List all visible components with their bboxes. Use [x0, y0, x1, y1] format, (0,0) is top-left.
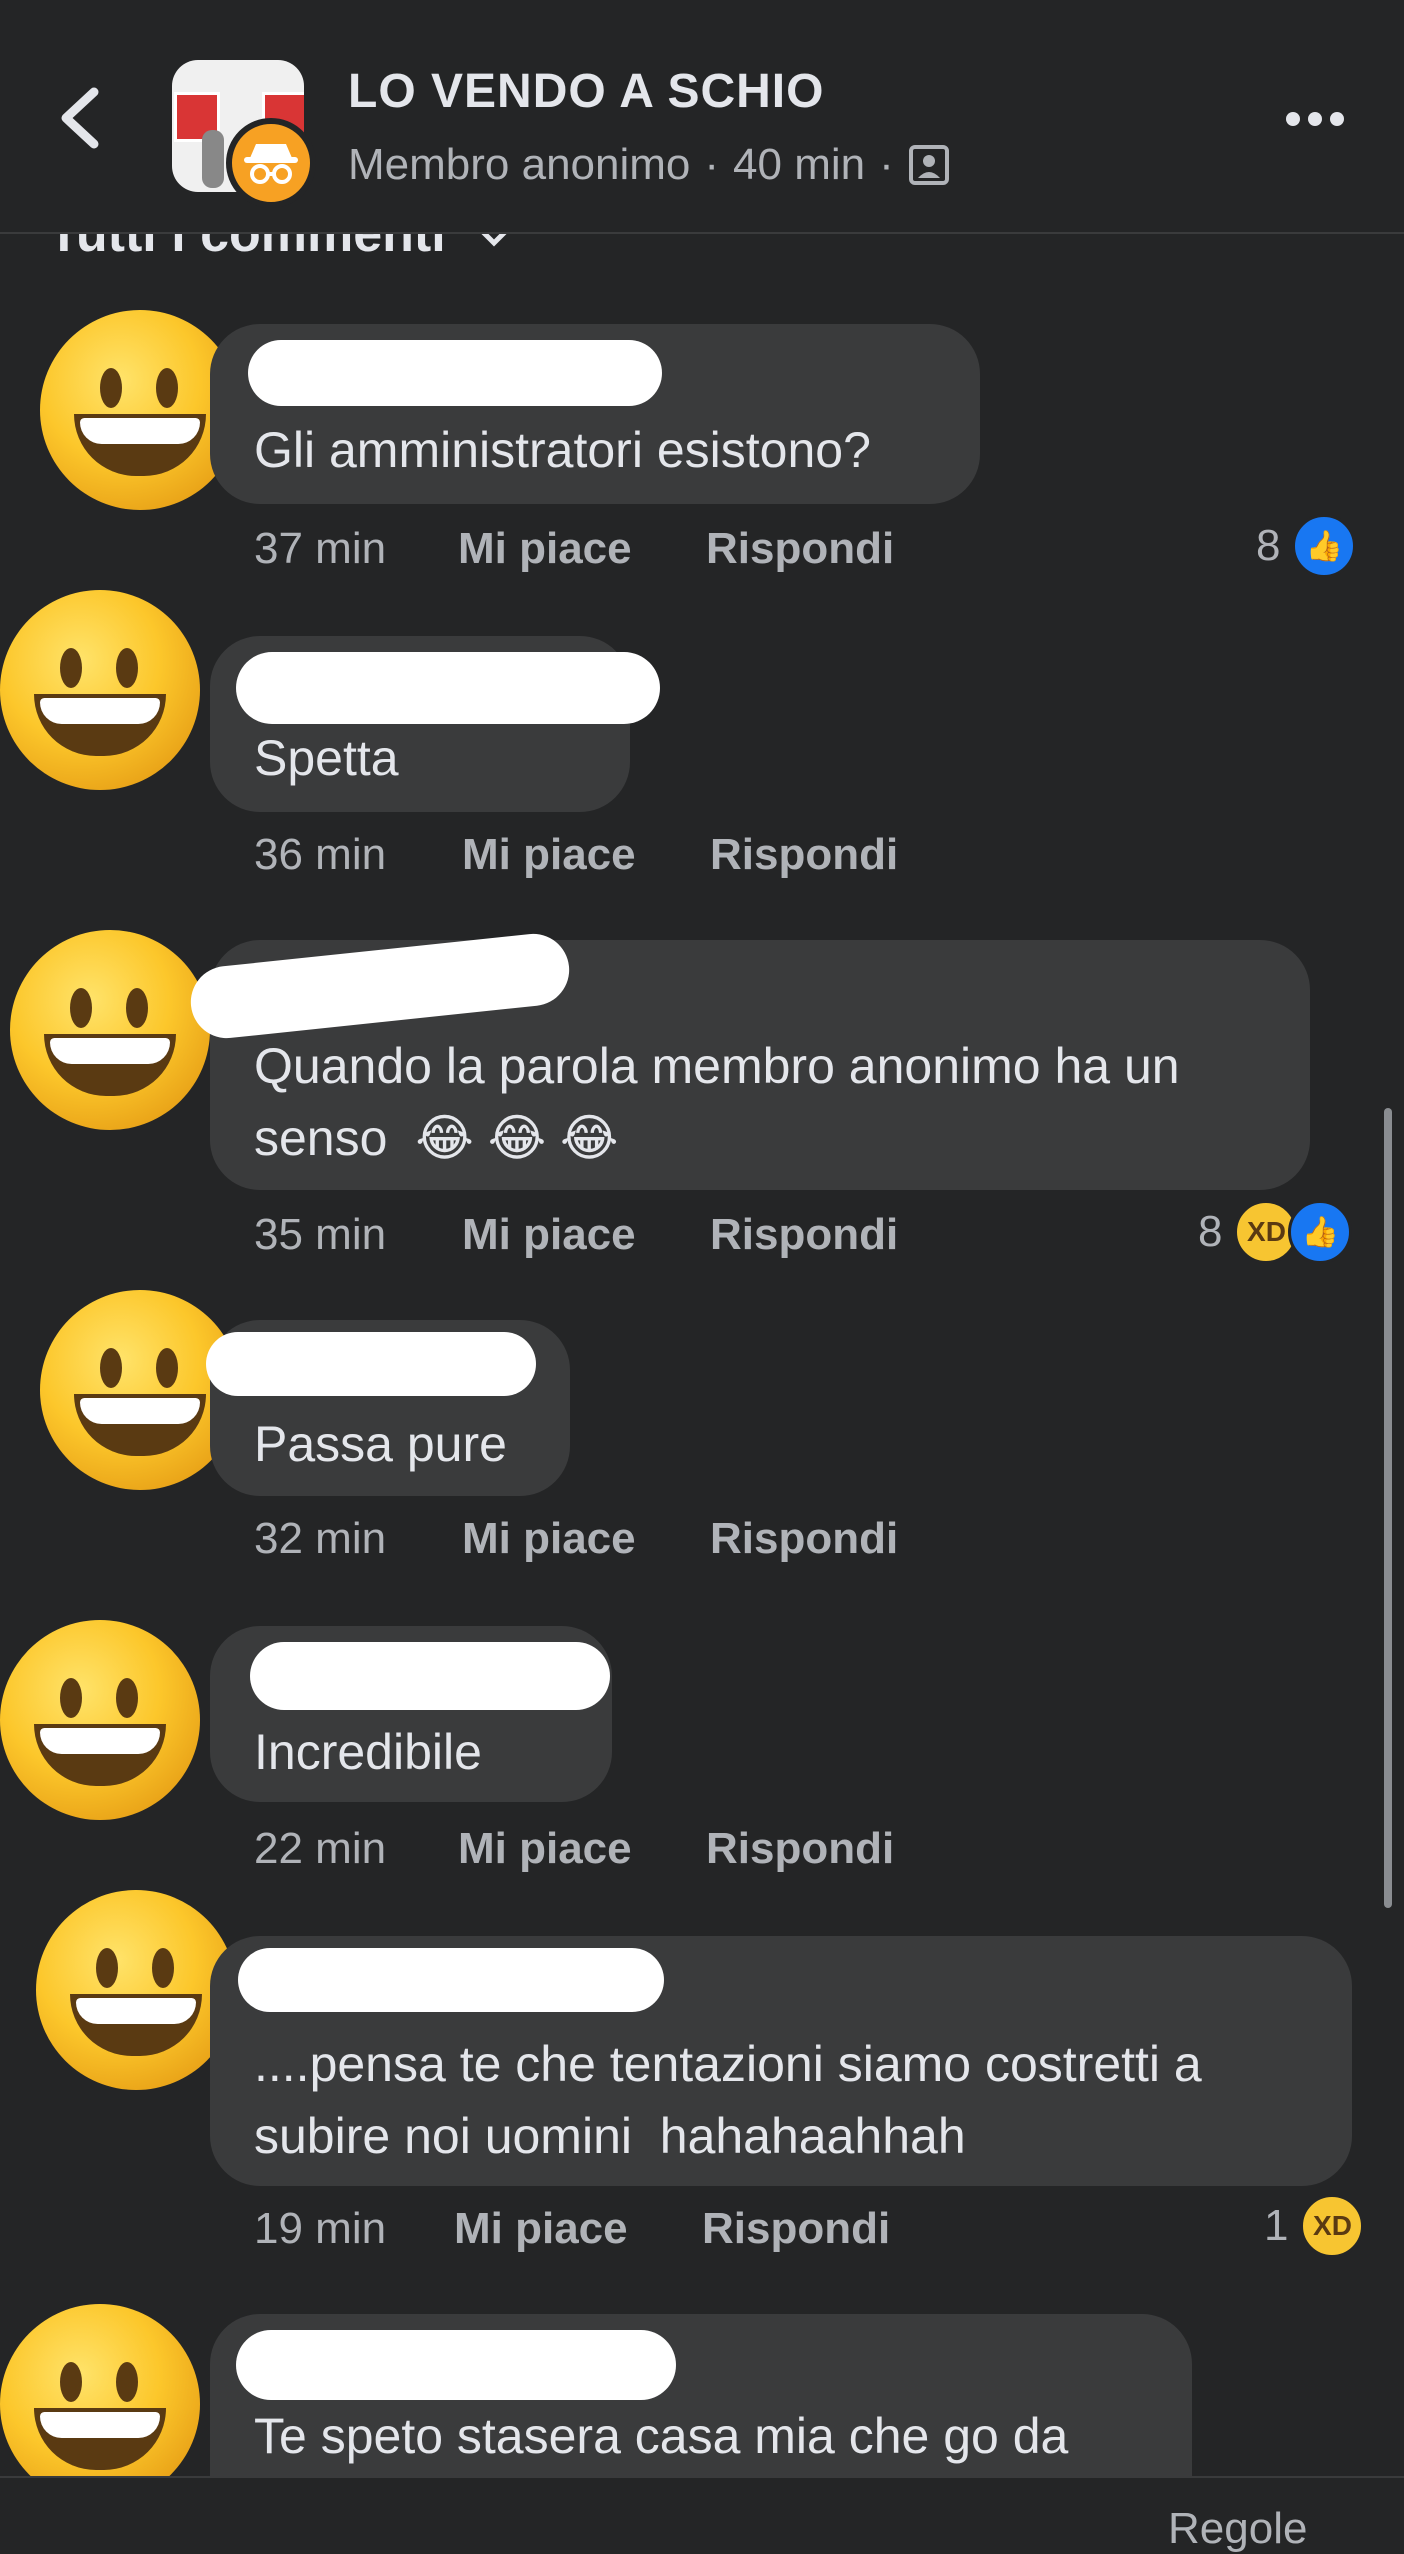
figure-graphic	[202, 130, 224, 188]
laughing-emoji: 😂	[415, 1110, 474, 1166]
comment-text-line2: subire noi uomini hahahaahhah	[254, 2108, 966, 2164]
comment-text-line2: senso 😂 😂 😂	[254, 1110, 619, 1166]
laughing-emoji: 😂	[487, 1110, 547, 1166]
like-button[interactable]: Mi piace	[462, 1210, 636, 1260]
thumbs-up-icon: 👍	[1288, 1200, 1353, 1264]
reply-button[interactable]: Rispondi	[710, 1514, 898, 1564]
comment-time: 32 min	[254, 1514, 387, 1563]
reply-button[interactable]: Rispondi	[702, 2204, 890, 2254]
reaction-summary[interactable]: 1 XD	[1264, 2194, 1365, 2258]
haha-icon: XD	[1300, 2194, 1365, 2258]
dot-icon	[1286, 112, 1300, 126]
redacted-name	[206, 1332, 536, 1396]
comment-time: 35 min	[254, 1210, 387, 1259]
like-button[interactable]: Mi piace	[462, 830, 636, 880]
separator: ·	[704, 140, 720, 189]
comment-text: Gli amministratori esistono?	[254, 422, 871, 478]
avatar[interactable]	[0, 2304, 200, 2476]
post-time: 40 min	[733, 140, 866, 189]
dot-icon	[1308, 112, 1322, 126]
redacted-name	[250, 1642, 610, 1710]
like-button[interactable]: Mi piace	[454, 2204, 628, 2254]
anonymous-member-icon	[226, 118, 316, 208]
like-button[interactable]: Mi piace	[462, 1514, 636, 1564]
comment: Te speto stasera casa mia che go da	[0, 2300, 1404, 2476]
comment: Gli amministratori esistono? 37 min Mi p…	[0, 300, 1404, 590]
comment: Spetta 36 min Mi piace Rispondi	[0, 590, 1404, 890]
reaction-count: 1	[1264, 2201, 1289, 2250]
comment-time: 37 min	[254, 524, 387, 573]
author-name[interactable]: Membro anonimo	[348, 140, 690, 190]
comment: Quando la parola membro anonimo ha un se…	[0, 920, 1404, 1300]
like-button[interactable]: Mi piace	[458, 1824, 632, 1874]
comment-time: 36 min	[254, 830, 387, 879]
comment-time: 22 min	[254, 1824, 387, 1873]
laughing-emoji: 😂	[560, 1110, 619, 1166]
avatar[interactable]	[36, 1890, 236, 2090]
comment-text: Spetta	[254, 730, 399, 786]
reply-button[interactable]: Rispondi	[710, 1210, 898, 1260]
comment: Incredibile 22 min Mi piace Rispondi	[0, 1610, 1404, 1910]
redacted-name	[238, 1948, 664, 2012]
back-button[interactable]	[52, 78, 112, 158]
group-title[interactable]: LO VENDO A SCHIO	[348, 64, 824, 119]
comment-text: Passa pure	[254, 1416, 507, 1472]
redacted-name	[236, 652, 660, 724]
reaction-summary[interactable]: 8 👍	[1256, 514, 1357, 578]
reply-button[interactable]: Rispondi	[706, 524, 894, 574]
footer-bar: Regole	[0, 2476, 1404, 2553]
reaction-summary[interactable]: 8 XD 👍	[1198, 1200, 1353, 1264]
comment-text: Quando la parola membro anonimo ha un	[254, 1038, 1180, 1094]
avatar[interactable]	[0, 590, 200, 790]
avatar[interactable]	[10, 930, 210, 1130]
like-button[interactable]: Mi piace	[458, 524, 632, 574]
avatar[interactable]	[0, 1620, 200, 1820]
reaction-count: 8	[1256, 521, 1281, 570]
more-options-button[interactable]	[1286, 112, 1344, 126]
comment-time: 19 min	[254, 2204, 387, 2253]
redacted-name	[248, 340, 662, 406]
post-subtitle: Membro anonimo · 40 min ·	[348, 140, 950, 190]
reaction-count: 8	[1198, 1207, 1223, 1256]
reply-button[interactable]: Rispondi	[710, 830, 898, 880]
reply-button[interactable]: Rispondi	[706, 1824, 894, 1874]
group-members-icon	[908, 145, 949, 185]
separator: ·	[879, 140, 894, 189]
chevron-left-icon	[61, 87, 99, 149]
comment: Passa pure 32 min Mi piace Rispondi	[0, 1290, 1404, 1590]
rules-link[interactable]: Regole	[1168, 2504, 1307, 2554]
redacted-name	[236, 2330, 676, 2400]
comment-text: ....pensa te che tentazioni siamo costre…	[254, 2036, 1202, 2092]
comment-text: Incredibile	[254, 1724, 482, 1780]
comment-text: Te speto stasera casa mia che go da	[254, 2408, 1069, 2464]
scrollbar[interactable]	[1384, 1108, 1392, 1908]
dot-icon	[1330, 112, 1344, 126]
post-header: LO VENDO A SCHIO Membro anonimo · 40 min…	[0, 0, 1404, 234]
thumbs-up-icon: 👍	[1292, 514, 1357, 578]
comment: ....pensa te che tentazioni siamo costre…	[0, 1880, 1404, 2280]
